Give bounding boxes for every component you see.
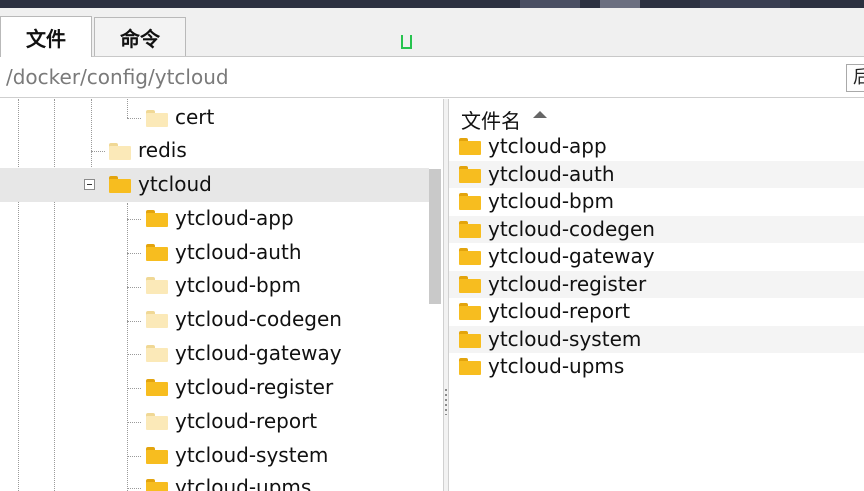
tree-item-ytcloud-system[interactable]: ytcloud-system [0, 439, 429, 473]
sort-ascending-icon [533, 111, 547, 118]
folder-icon [459, 303, 481, 320]
file-name: ytcloud-report [488, 299, 631, 323]
tree-item-label: ytcloud-codegen [175, 307, 342, 331]
file-name: ytcloud-codegen [488, 217, 655, 241]
tree-item-label: ytcloud-upms [175, 475, 312, 491]
folder-icon [146, 277, 168, 294]
tree-item-ytcloud[interactable]: ytcloud [0, 168, 429, 202]
text-cursor-icon [401, 35, 412, 49]
collapse-icon[interactable] [84, 179, 95, 190]
folder-icon [459, 358, 481, 375]
file-row[interactable]: ytcloud-app [449, 133, 864, 160]
column-header-label: 文件名 [461, 109, 521, 133]
folder-icon [146, 413, 168, 430]
tree-item-label: ytcloud-bpm [175, 273, 301, 297]
file-name: ytcloud-upms [488, 354, 625, 378]
tree-item-ytcloud-app[interactable]: ytcloud-app [0, 202, 429, 236]
folder-icon [146, 479, 168, 491]
tree-item-label: ytcloud-app [175, 206, 294, 230]
folder-icon [459, 193, 481, 210]
file-name: ytcloud-system [488, 327, 642, 351]
folder-icon [459, 331, 481, 348]
folder-icon [459, 276, 481, 293]
file-row[interactable]: ytcloud-report [449, 298, 864, 325]
file-name: ytcloud-bpm [488, 189, 614, 213]
tree-item-label: ytcloud-system [175, 443, 329, 467]
folder-icon [459, 248, 481, 265]
tree-item-ytcloud-codegen[interactable]: ytcloud-codegen [0, 303, 429, 337]
folder-icon [146, 311, 168, 328]
file-name: ytcloud-register [488, 272, 647, 296]
tree-item-redis[interactable]: redis [0, 134, 429, 168]
file-row[interactable]: ytcloud-upms [449, 353, 864, 380]
tab-files-label: 文件 [26, 26, 66, 51]
tree-item-ytcloud-gateway[interactable]: ytcloud-gateway [0, 337, 429, 371]
file-list: 文件名 ytcloud-app ytcloud-auth ytcloud-bpm… [449, 99, 864, 491]
tree-item-ytcloud-register[interactable]: ytcloud-register [0, 371, 429, 405]
folder-tree: cert redis ytcloud ytcloud-app ytcloud-a… [0, 99, 443, 491]
tab-commands-label: 命令 [120, 26, 160, 51]
file-name: ytcloud-app [488, 134, 607, 158]
file-row[interactable]: ytcloud-gateway [449, 243, 864, 270]
path-go-button-label: 后 [853, 67, 864, 88]
folder-icon [146, 110, 168, 127]
tree-item-ytcloud-report[interactable]: ytcloud-report [0, 405, 429, 439]
file-row[interactable]: ytcloud-auth [449, 161, 864, 188]
tree-item-label: cert [175, 105, 215, 129]
tree-item-label: ytcloud [138, 172, 212, 196]
tree-scrollbar-thumb[interactable] [429, 169, 441, 304]
tree-item-ytcloud-upms[interactable]: ytcloud-upms [0, 471, 429, 491]
folder-icon [459, 166, 481, 183]
tree-item-ytcloud-bpm[interactable]: ytcloud-bpm [0, 269, 429, 303]
path-input[interactable] [0, 57, 840, 97]
tab-bar: 文件 命令 [0, 8, 864, 57]
tree-item-label: ytcloud-register [175, 375, 334, 399]
file-row[interactable]: ytcloud-system [449, 326, 864, 353]
path-go-button[interactable]: 后 [846, 64, 864, 92]
file-name: ytcloud-gateway [488, 244, 655, 268]
tree-item-label: redis [138, 138, 187, 162]
folder-icon [459, 138, 481, 155]
folder-icon [109, 176, 131, 193]
file-row[interactable]: ytcloud-register [449, 271, 864, 298]
folder-icon [146, 345, 168, 362]
tree-item-label: ytcloud-gateway [175, 341, 342, 365]
tree-item-ytcloud-auth[interactable]: ytcloud-auth [0, 236, 429, 270]
tab-files[interactable]: 文件 [0, 16, 92, 57]
folder-icon [459, 221, 481, 238]
window-top-strip [0, 0, 864, 8]
path-bar: 后 [0, 57, 864, 98]
tab-commands[interactable]: 命令 [94, 17, 186, 56]
splitter-grip-icon [445, 389, 447, 415]
column-header-name[interactable]: 文件名 [449, 99, 864, 133]
folder-icon [146, 447, 168, 464]
tree-item-label: ytcloud-report [175, 409, 318, 433]
file-row[interactable]: ytcloud-codegen [449, 216, 864, 243]
folder-icon [109, 143, 131, 160]
tree-item-cert[interactable]: cert [0, 101, 429, 135]
folder-icon [146, 379, 168, 396]
folder-icon [146, 244, 168, 261]
folder-icon [146, 210, 168, 227]
tree-item-label: ytcloud-auth [175, 240, 302, 264]
file-row[interactable]: ytcloud-bpm [449, 188, 864, 215]
file-name: ytcloud-auth [488, 162, 615, 186]
